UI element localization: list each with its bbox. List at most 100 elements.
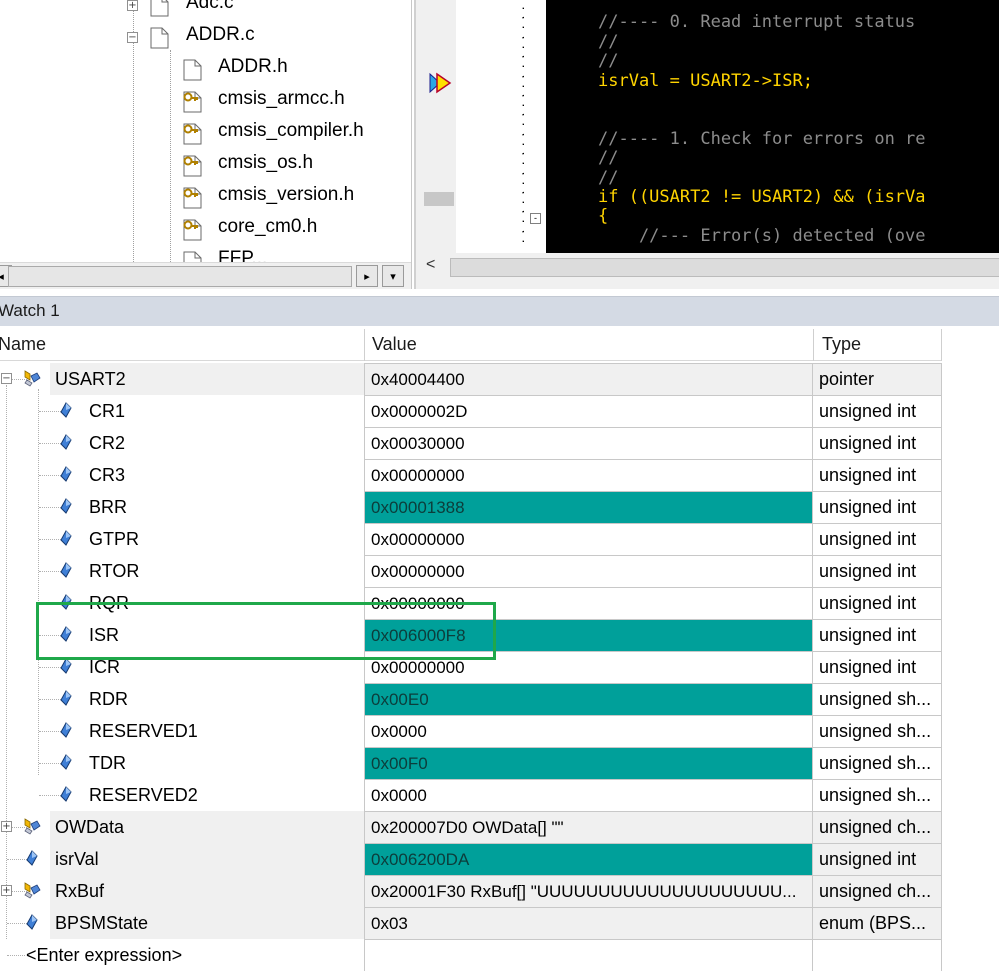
project-tree-item[interactable]: cmsis_compiler.h [0, 118, 411, 150]
code-line[interactable]: isrVal = USART2->ISR; [598, 71, 813, 91]
watch-row[interactable]: isrVal 0x006200DA unsigned int [0, 843, 942, 875]
code-area[interactable]: //---- 0. Read interrupt status////isrVa… [546, 0, 999, 253]
watch-row[interactable]: ISR 0x006000F8 unsigned int [0, 619, 942, 651]
watch-value[interactable]: 0x00030000 [364, 427, 813, 459]
project-pane: + Adc.c − ADDR.c ADDR.h cmsis_armcc.h cmsis_co… [0, 0, 412, 289]
watch-value[interactable]: 0x0000 [364, 779, 813, 811]
structure-icon [24, 882, 41, 899]
watch-row[interactable]: BRR 0x00001388 unsigned int [0, 491, 942, 523]
code-line[interactable]: // [598, 168, 618, 188]
watch-row[interactable]: + OWData 0x200007D0 OWData[] "" unsigned ch… [0, 811, 942, 843]
scroll-down-button[interactable]: ▾ [382, 265, 404, 287]
collapse-icon[interactable]: − [127, 32, 138, 43]
code-line[interactable]: // [598, 51, 618, 71]
expand-icon[interactable]: + [1, 821, 12, 832]
watch-type: unsigned int [813, 459, 942, 491]
column-separator[interactable] [941, 329, 942, 361]
code-line[interactable]: //--- Error(s) detected (ove [598, 226, 926, 246]
project-tree-item[interactable]: − ADDR.c [0, 22, 411, 54]
scroll-left-icon[interactable]: < [426, 256, 435, 274]
watch-name: CR3 [89, 465, 126, 485]
watch-row[interactable]: RESERVED2 0x0000 unsigned sh... [0, 779, 942, 811]
column-header-type[interactable]: Type [822, 334, 861, 355]
watch-value[interactable]: 0x200007D0 OWData[] "" [364, 811, 813, 843]
watch-value[interactable]: 0x006200DA [364, 843, 813, 875]
column-header-name[interactable]: Name [0, 334, 46, 355]
file-icon [183, 251, 202, 262]
watch-type: unsigned int [813, 491, 942, 523]
watch-value[interactable]: 0x40004400 [364, 363, 813, 395]
code-line[interactable]: // [598, 148, 618, 168]
project-tree-item[interactable]: FFP... [0, 246, 411, 262]
watch-row[interactable]: RQR 0x00000000 unsigned int [0, 587, 942, 619]
watch-value[interactable]: 0x00000000 [364, 651, 813, 683]
variable-icon [60, 722, 72, 738]
watch-value[interactable]: 0x00001388 [364, 491, 813, 523]
code-line[interactable]: //---- 1. Check for errors on re [598, 129, 926, 149]
project-tree-item[interactable]: ADDR.h [0, 54, 411, 86]
watch-type [813, 939, 942, 971]
project-tree-item-label: ADDR.c [186, 24, 255, 45]
watch-name: CR2 [89, 433, 126, 453]
watch-row[interactable]: CR2 0x00030000 unsigned int [0, 427, 942, 459]
watch-value[interactable] [364, 939, 813, 971]
project-tree-item[interactable]: cmsis_version.h [0, 182, 411, 214]
project-tree-item-label: Adc.c [186, 0, 234, 13]
watch-window: Watch 1 Name Value Type − USART2 0x4000440… [0, 296, 999, 977]
watch-name[interactable]: <Enter expression> [26, 939, 182, 971]
breakpoint-marker[interactable] [424, 192, 454, 206]
column-separator[interactable] [813, 329, 814, 361]
editor-scroll-thumb[interactable] [450, 258, 999, 277]
watch-row[interactable]: + RxBuf 0x20001F30 RxBuf[] "UUUUUUUUUUUUUU… [0, 875, 942, 907]
project-tree-item[interactable]: cmsis_armcc.h [0, 86, 411, 118]
watch-value[interactable]: 0x20001F30 RxBuf[] "UUUUUUUUUUUUUUUUUUUU… [364, 875, 813, 907]
scroll-right-button[interactable]: ▸ [356, 265, 378, 287]
watch-row[interactable]: <Enter expression> [0, 939, 942, 971]
watch-row[interactable]: CR3 0x00000000 unsigned int [0, 459, 942, 491]
project-tree-item-label: cmsis_armcc.h [218, 88, 345, 109]
watch-value[interactable]: 0x00F0 [364, 747, 813, 779]
editor-margin[interactable] [416, 0, 456, 253]
watch-title: Watch 1 [0, 301, 60, 320]
collapse-icon[interactable]: − [1, 373, 12, 384]
watch-value[interactable]: 0x00E0 [364, 683, 813, 715]
project-tree-scrollbar[interactable]: ◂ ▸ ▾ [0, 262, 411, 289]
watch-type: unsigned int [813, 843, 942, 875]
scroll-thumb[interactable] [8, 266, 352, 287]
expand-icon[interactable]: + [1, 885, 12, 896]
watch-row[interactable]: BPSMState 0x03 enum (BPS... [0, 907, 942, 939]
watch-row[interactable]: ICR 0x00000000 unsigned int [0, 651, 942, 683]
watch-name: isrVal [55, 849, 99, 869]
watch-row[interactable]: RDR 0x00E0 unsigned sh... [0, 683, 942, 715]
watch-row[interactable]: TDR 0x00F0 unsigned sh... [0, 747, 942, 779]
project-tree-item-label: cmsis_os.h [218, 152, 314, 173]
watch-row[interactable]: GTPR 0x00000000 unsigned int [0, 523, 942, 555]
watch-value[interactable]: 0x0000 [364, 715, 813, 747]
code-line[interactable]: { [598, 206, 608, 226]
editor-horizontal-scrollbar[interactable]: < [416, 254, 999, 280]
watch-value[interactable]: 0x00000000 [364, 523, 813, 555]
code-line[interactable]: if ((USART2 != USART2) && (isrVa [598, 187, 926, 207]
fold-column: - [524, 0, 546, 253]
watch-value[interactable]: 0x006000F8 [364, 619, 813, 651]
expand-icon[interactable]: + [127, 0, 138, 11]
watch-column-header: Name Value Type [0, 329, 942, 361]
watch-row[interactable]: RTOR 0x00000000 unsigned int [0, 555, 942, 587]
project-tree-item[interactable]: core_cm0.h [0, 214, 411, 246]
variable-icon [60, 466, 72, 482]
watch-row[interactable]: − USART2 0x40004400 pointer [0, 363, 942, 395]
watch-value[interactable]: 0x0000002D [364, 395, 813, 427]
watch-value[interactable]: 0x00000000 [364, 555, 813, 587]
watch-row[interactable]: RESERVED1 0x0000 unsigned sh... [0, 715, 942, 747]
project-tree-item[interactable]: cmsis_os.h [0, 150, 411, 182]
column-separator[interactable] [364, 329, 365, 361]
watch-value[interactable]: 0x00000000 [364, 459, 813, 491]
column-header-value[interactable]: Value [372, 334, 417, 355]
watch-row[interactable]: CR1 0x0000002D unsigned int [0, 395, 942, 427]
project-tree-item[interactable]: + Adc.c [0, 0, 411, 22]
code-line[interactable]: //---- 0. Read interrupt status [598, 12, 915, 32]
code-line[interactable]: // [598, 32, 618, 52]
fold-toggle-icon[interactable]: - [530, 213, 541, 224]
watch-value[interactable]: 0x03 [364, 907, 813, 939]
watch-value[interactable]: 0x00000000 [364, 587, 813, 619]
